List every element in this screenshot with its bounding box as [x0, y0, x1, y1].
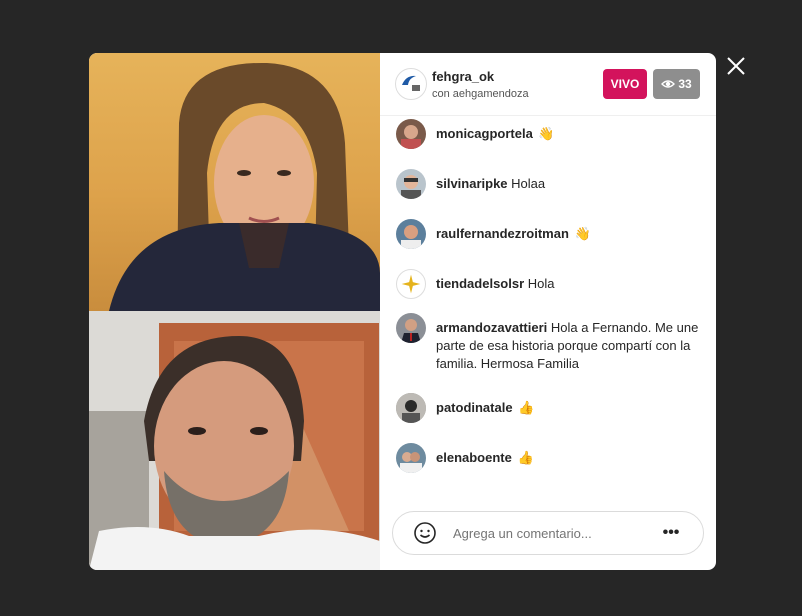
comment-text: armandozavattieri Hola a Fernando. Me un…	[436, 320, 699, 371]
host-video-frame	[109, 62, 380, 311]
viewer-count-badge: 33	[653, 69, 700, 99]
comment-item: patodinatale 👍	[396, 393, 704, 423]
comment-item: tiendadelsolsr Hola	[396, 269, 704, 299]
commenter-avatar[interactable]	[396, 219, 426, 249]
comment-item: monicagportela 👋	[396, 119, 704, 149]
wave-emoji-icon: 👋	[574, 226, 591, 241]
commenter-avatar[interactable]	[396, 169, 426, 199]
comment-item: raulfernandezroitman 👋	[396, 219, 704, 249]
comment-text: raulfernandezroitman 👋	[436, 219, 591, 243]
eye-icon	[661, 80, 676, 88]
host-username[interactable]: fehgra_ok	[432, 69, 494, 84]
commenter-avatar[interactable]	[396, 313, 426, 343]
commenter-avatar[interactable]	[396, 393, 426, 423]
comment-username[interactable]: armandozavattieri	[436, 320, 547, 335]
host-logo-icon	[397, 70, 425, 98]
cohost-text: con aehgamendoza	[432, 88, 529, 100]
comment-list[interactable]: monicagportela 👋 silvinaripke Holaa raul…	[380, 116, 716, 492]
chat-panel: fehgra_ok con aehgamendoza VIVO 33 monic…	[380, 53, 716, 570]
comment-username[interactable]: tiendadelsolsr	[436, 276, 524, 291]
guest-video-frame	[89, 311, 380, 570]
guest-video	[89, 311, 380, 570]
comment-username[interactable]: raulfernandezroitman	[436, 226, 569, 241]
comment-item: silvinaripke Holaa	[396, 169, 704, 199]
smile-icon[interactable]	[413, 521, 437, 545]
comment-text: elenaboente 👍	[436, 443, 534, 467]
thumbs-up-emoji-icon: 👍	[517, 450, 534, 465]
viewer-count: 33	[678, 77, 692, 91]
commenter-avatar[interactable]	[396, 269, 426, 299]
thumbs-up-emoji-icon: 👍	[518, 400, 535, 415]
comment-composer: •••	[392, 511, 704, 555]
comment-text: silvinaripke Holaa	[436, 176, 546, 191]
comment-username[interactable]: silvinaripke	[436, 176, 508, 191]
commenter-avatar[interactable]	[396, 443, 426, 473]
live-badge: VIVO	[603, 69, 647, 99]
close-icon	[727, 57, 745, 75]
comment-username[interactable]: monicagportela	[436, 126, 533, 141]
video-area	[89, 53, 380, 570]
live-modal: fehgra_ok con aehgamendoza VIVO 33 monic…	[89, 53, 716, 570]
wave-emoji-icon: 👋	[538, 126, 555, 141]
host-video	[89, 53, 380, 311]
comment-text: tiendadelsolsr Hola	[436, 276, 555, 291]
host-avatar[interactable]	[395, 68, 427, 100]
close-button[interactable]	[722, 52, 750, 80]
live-header: fehgra_ok con aehgamendoza VIVO 33	[380, 53, 716, 116]
commenter-avatar[interactable]	[396, 119, 426, 149]
comment-item: armandozavattieri Hola a Fernando. Me un…	[396, 313, 704, 373]
comment-text: monicagportela 👋	[436, 119, 555, 143]
comment-username[interactable]: elenaboente	[436, 450, 512, 465]
comment-input[interactable]	[451, 524, 659, 542]
comment-item: elenaboente 👍	[396, 443, 704, 473]
comment-text: patodinatale 👍	[436, 393, 534, 417]
comment-username[interactable]: patodinatale	[436, 400, 513, 415]
more-icon[interactable]: •••	[659, 524, 683, 542]
